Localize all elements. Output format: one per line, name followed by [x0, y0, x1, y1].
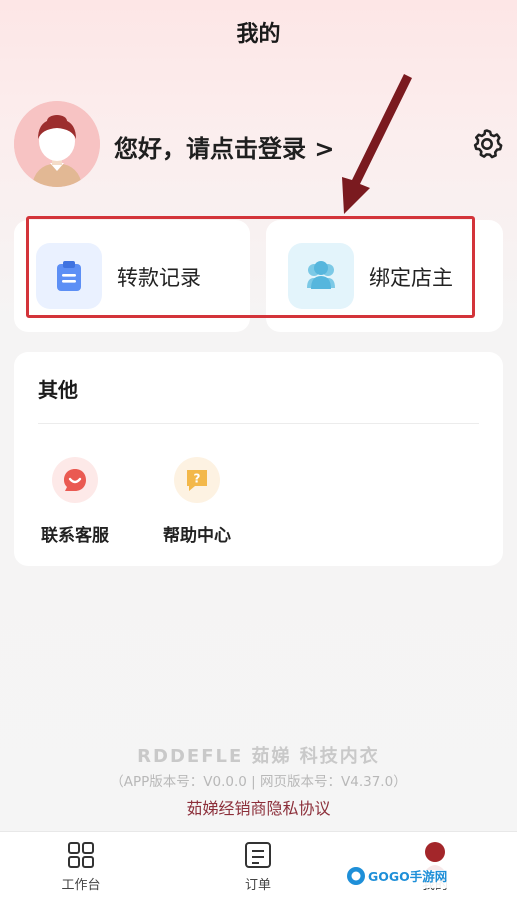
svg-text:GOGO手游网: GOGO手游网 — [368, 869, 447, 884]
tab-workbench[interactable]: 工作台 — [31, 840, 131, 893]
settings-gear-icon[interactable] — [470, 127, 504, 161]
tab-orders[interactable]: 订单 — [208, 840, 308, 893]
privacy-agreement-link[interactable]: 茹娣经销商隐私协议 — [0, 795, 517, 819]
tab-workbench-label: 工作台 — [61, 878, 101, 893]
help-center-label: 帮助中心 — [163, 526, 231, 546]
contact-service-item[interactable]: 联系客服 — [30, 457, 120, 546]
annotation-arrow-icon — [342, 74, 412, 214]
other-section: 其他 联系客服 ? 帮助中心 — [14, 352, 503, 566]
contact-service-label: 联系客服 — [41, 526, 109, 546]
svg-text:?: ? — [194, 472, 201, 486]
divider — [38, 423, 479, 424]
grid-icon — [68, 842, 94, 868]
other-section-title: 其他 — [38, 378, 78, 402]
watermark-logo: GOGO手游网 — [344, 864, 450, 888]
order-list-icon — [245, 842, 271, 868]
brand-logo: RDDEFLE 茹娣 科技内衣 — [137, 746, 380, 767]
chat-smile-icon — [52, 457, 98, 503]
profile-row[interactable]: 您好，请点击登录 > — [14, 101, 504, 187]
avatar[interactable] — [14, 101, 100, 187]
help-question-icon: ? — [174, 457, 220, 503]
page-title: 我的 — [236, 22, 281, 47]
version-info: （APP版本号：V0.0.0 | 网页版本号：V4.37.0） — [110, 774, 407, 790]
avatar-illustration — [14, 101, 100, 187]
tab-orders-label: 订单 — [244, 878, 271, 893]
help-center-item[interactable]: ? 帮助中心 — [152, 457, 242, 546]
login-prompt[interactable]: 您好，请点击登录 > — [114, 129, 334, 164]
highlight-box — [26, 216, 475, 318]
